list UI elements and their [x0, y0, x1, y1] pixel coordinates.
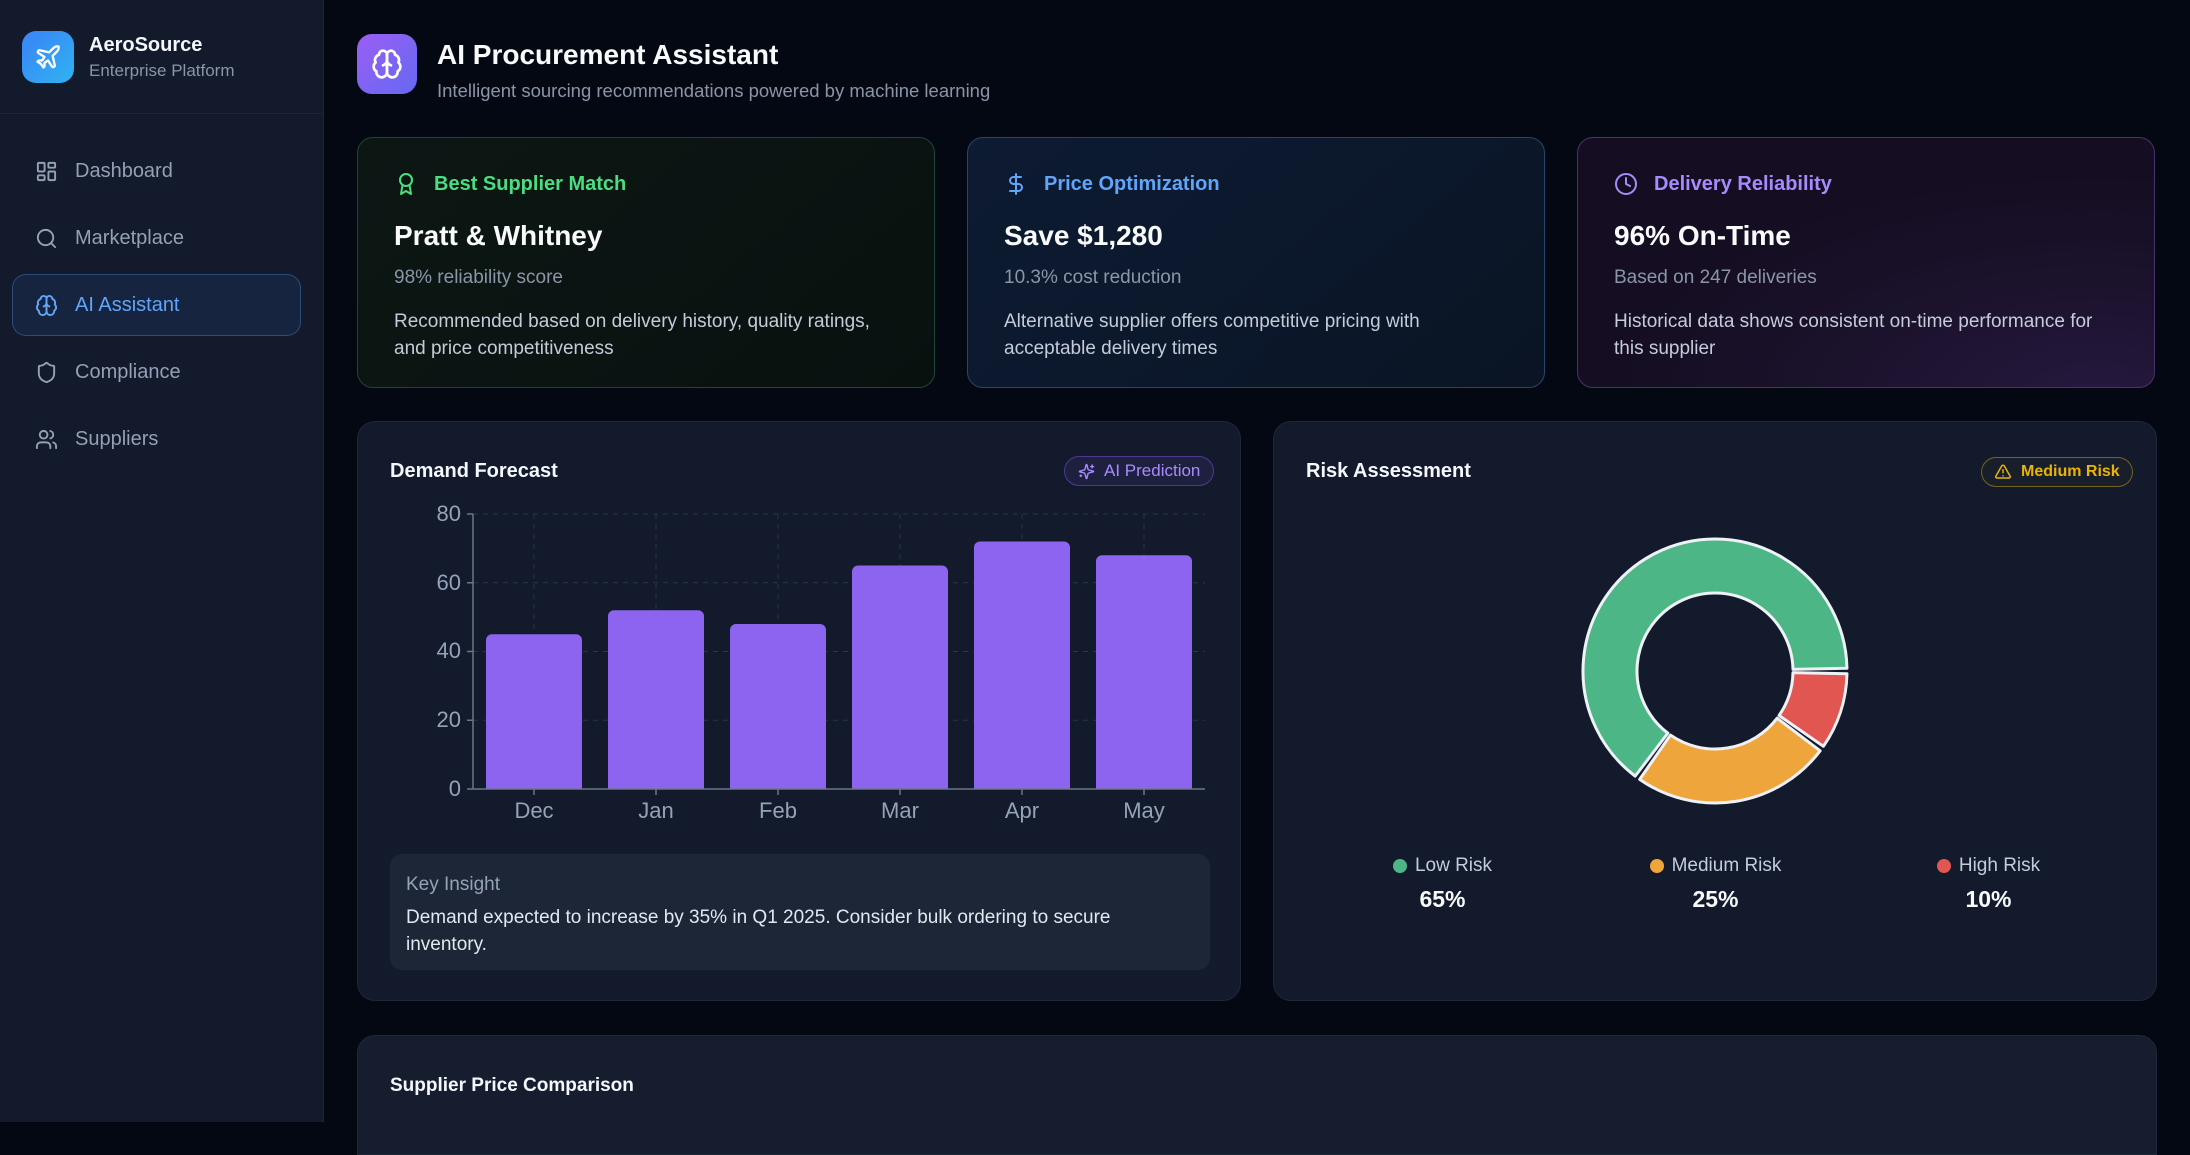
svg-text:80: 80	[437, 501, 461, 526]
svg-text:40: 40	[437, 638, 461, 663]
svg-text:60: 60	[437, 570, 461, 595]
svg-text:Mar: Mar	[881, 798, 919, 823]
svg-text:Feb: Feb	[759, 798, 797, 823]
svg-text:Apr: Apr	[1005, 798, 1039, 823]
svg-text:Jan: Jan	[638, 798, 673, 823]
svg-text:Dec: Dec	[514, 798, 553, 823]
svg-text:0: 0	[449, 776, 461, 801]
svg-text:May: May	[1123, 798, 1165, 823]
svg-text:20: 20	[437, 707, 461, 732]
